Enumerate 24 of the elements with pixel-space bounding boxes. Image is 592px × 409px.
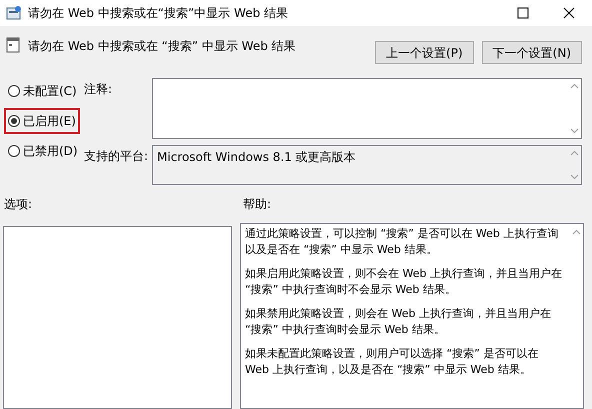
help-paragraph: 通过此策略设置，可以控制 “搜索” 是否可以在 Web 上执行查询以及是否在 “搜索” 中显示 Web 结果。 [245, 226, 560, 258]
nav-button[interactable]: 下一个设置(N) [482, 41, 582, 64]
scroll-down-icon[interactable] [570, 174, 578, 180]
nav-button[interactable]: 上一个设置(P) [375, 41, 474, 64]
options-label: 选项: [4, 196, 34, 213]
comment-label: 注释: [84, 81, 114, 98]
platform-value: Microsoft Windows 8.1 或更高版本 [156, 149, 357, 166]
comment-field[interactable] [152, 78, 582, 139]
help-paragraph: 如果禁用此策略设置，则会在 Web 上执行查询，并且当用户在 “搜索” 中执行查询时会显示 Web 结果。 [245, 306, 552, 338]
policy-icon [6, 37, 20, 53]
radio-option[interactable]: 已启用(E) [4, 108, 80, 134]
scroll-down-icon[interactable] [570, 128, 578, 134]
scroll-up-icon[interactable] [570, 83, 578, 89]
window-title: 请勿在 Web 中搜索或在“搜索”中显示 Web 结果 [28, 5, 288, 22]
help-label: 帮助: [243, 196, 272, 213]
scroll-up-icon[interactable] [570, 150, 578, 156]
policy-title: 请勿在 Web 中搜索或在 “搜索” 中显示 Web 结果 [28, 38, 296, 55]
platform-label: 支持的平台: [84, 148, 150, 165]
scroll-up-icon[interactable] [572, 229, 580, 235]
policy-icon [6, 5, 22, 21]
help-paragraph: 如果启用此策略设置，则不会在 Web 上执行查询，并且当用户在 “搜索” 中执行查询时不会显示 Web 结果。 [245, 266, 563, 298]
help-paragraph: 如果未配置此策略设置，则用户可以选择 “搜索” 是否可以在 Web 上执行查询，以及是否在 “搜索” 中显示 Web 结果。 [245, 346, 540, 378]
radio-option[interactable]: 已禁用(D) [4, 138, 82, 164]
radio-option[interactable]: 未配置(C) [4, 78, 81, 104]
